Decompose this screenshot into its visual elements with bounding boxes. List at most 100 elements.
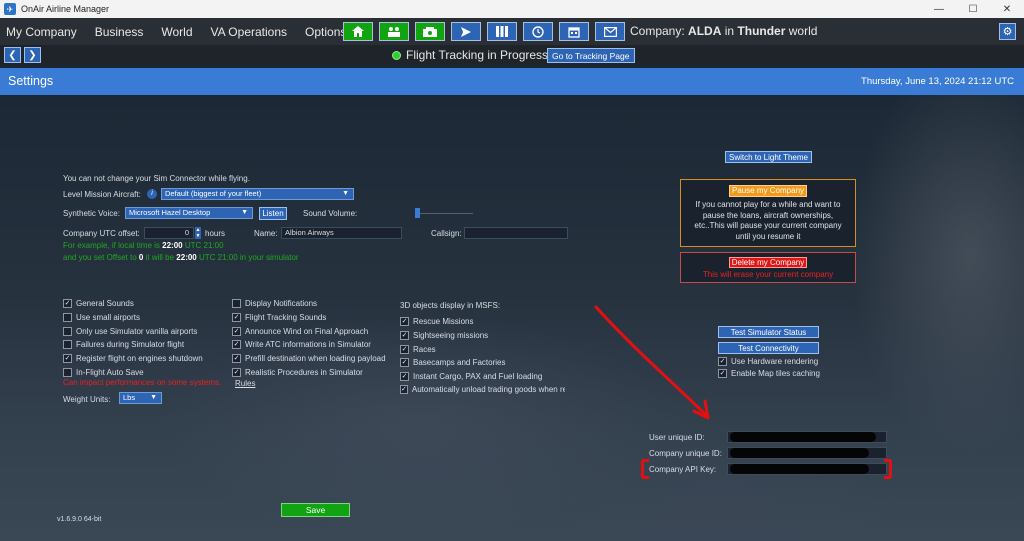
map-button[interactable]: [487, 22, 517, 41]
checkbox-races[interactable]: ✓ Races: [400, 345, 436, 354]
calendar-button[interactable]: [559, 22, 589, 41]
utc-offset-stepper[interactable]: ▲ ▼: [195, 227, 201, 239]
user-id-label: User unique ID:: [649, 433, 705, 442]
menu-my-company[interactable]: My Company: [6, 25, 77, 39]
chevron-down-icon: ▼: [342, 190, 349, 197]
checkbox-register-flight[interactable]: ✓ Register flight on engines shutdown: [63, 354, 203, 363]
redaction-bar: [730, 464, 869, 474]
checkbox-vanilla-airports[interactable]: Only use Simulator vanilla airports: [63, 327, 197, 336]
company-name-input[interactable]: Albion Airways: [281, 227, 402, 239]
utc-offset-input[interactable]: 0: [144, 227, 194, 239]
test-simulator-button[interactable]: Test Simulator Status: [718, 326, 819, 338]
company-prefix: Company:: [630, 24, 685, 38]
checkbox-icon: [63, 313, 72, 322]
level-mission-select[interactable]: Default (biggest of your fleet) ▼: [161, 188, 354, 200]
chevron-down-icon: ▼: [241, 209, 248, 216]
chevron-left-icon: ❮: [8, 49, 17, 61]
checkbox-icon: [63, 340, 72, 349]
test-connectivity-button[interactable]: Test Connectivity: [718, 342, 819, 354]
voice-select[interactable]: Microsoft Hazel Desktop ▼: [125, 207, 253, 219]
checkbox-prefill-destination[interactable]: ✓ Prefill destination when loading payloa…: [232, 354, 386, 363]
checkbox-tracking-sounds[interactable]: ✓ Flight Tracking Sounds: [232, 313, 326, 322]
example-offset: 0: [138, 253, 144, 262]
navigation-row: ❮ ❯ Flight Tracking in Progress Go to Tr…: [0, 45, 1024, 65]
mail-button[interactable]: [595, 22, 625, 41]
checkbox-label: Flight Tracking Sounds: [245, 313, 327, 322]
settings-gear-button[interactable]: ⚙: [999, 23, 1016, 40]
info-icon[interactable]: i: [147, 189, 157, 199]
minimize-button[interactable]: —: [922, 0, 956, 18]
checkbox-icon: ✓: [232, 313, 241, 322]
chevron-right-icon: ❯: [28, 49, 37, 61]
clock-icon: [532, 25, 544, 38]
checkbox-icon: ✓: [400, 358, 409, 367]
example-utc: UTC 21:00: [184, 241, 224, 250]
forward-button[interactable]: ❯: [24, 47, 41, 63]
back-button[interactable]: ❮: [4, 47, 21, 63]
checkbox-display-notifications[interactable]: Display Notifications: [232, 299, 317, 308]
callsign-label: Callsign:: [431, 229, 462, 238]
checkbox-icon: ✓: [400, 372, 409, 381]
weight-units-label: Weight Units:: [63, 395, 111, 404]
voice-label: Synthetic Voice:: [63, 209, 120, 218]
window-titlebar: ✈ OnAir Airline Manager — ☐ ✕: [0, 0, 1024, 18]
checkbox-rescue-missions[interactable]: ✓ Rescue Missions: [400, 317, 473, 326]
switch-theme-button[interactable]: Switch to Light Theme: [725, 151, 812, 163]
checkbox-small-airports[interactable]: Use small airports: [63, 313, 140, 322]
checkbox-map-tiles-caching[interactable]: ✓ Enable Map tiles caching: [718, 369, 820, 378]
close-button[interactable]: ✕: [990, 0, 1024, 18]
menu-world[interactable]: World: [161, 25, 192, 39]
finance-button[interactable]: [415, 22, 445, 41]
delete-company-button[interactable]: Delete my Company: [729, 257, 807, 268]
checkbox-label: Rescue Missions: [413, 317, 474, 326]
checkbox-sightseeing-missions[interactable]: ✓ Sightseeing missions: [400, 331, 488, 340]
checkbox-icon: ✓: [400, 331, 409, 340]
weight-units-select[interactable]: Lbs ▼: [119, 392, 162, 404]
checkbox-label: Register flight on engines shutdown: [76, 354, 203, 363]
crew-button[interactable]: [379, 22, 409, 41]
example-time: 22:00: [176, 253, 197, 262]
tracking-status: Flight Tracking in Progress: [392, 48, 548, 62]
rules-link[interactable]: Rules: [235, 379, 255, 388]
checkbox-icon: ✓: [232, 340, 241, 349]
checkbox-label: Failures during Simulator flight: [76, 340, 185, 349]
checkbox-announce-wind[interactable]: ✓ Announce Wind on Final Approach: [232, 327, 368, 336]
menu-options[interactable]: Options: [305, 25, 346, 39]
checkbox-icon: ✓: [718, 369, 727, 378]
menu-business[interactable]: Business: [95, 25, 144, 39]
save-button[interactable]: Save: [281, 503, 350, 517]
example-text: For example, if local time is: [63, 241, 160, 250]
listen-button[interactable]: Listen: [259, 207, 287, 220]
maximize-button[interactable]: ☐: [956, 0, 990, 18]
checkbox-failures[interactable]: Failures during Simulator flight: [63, 340, 184, 349]
checkbox-icon: ✓: [400, 385, 408, 394]
checkbox-label: Display Notifications: [245, 299, 318, 308]
checkbox-general-sounds[interactable]: ✓ General Sounds: [63, 299, 134, 308]
clock-button[interactable]: [523, 22, 553, 41]
home-button[interactable]: [343, 22, 373, 41]
flight-icon: [461, 26, 471, 37]
callsign-input[interactable]: [464, 227, 568, 239]
checkbox-unload-trading-goods[interactable]: ✓ Automatically unload trading goods when…: [400, 385, 565, 394]
checkbox-label: Write ATC informations in Simulator: [245, 340, 371, 349]
checkbox-realistic-procedures[interactable]: ✓ Realistic Procedures in Simulator: [232, 368, 363, 377]
checkbox-auto-save[interactable]: In-Flight Auto Save: [63, 368, 144, 377]
home-icon: [352, 26, 364, 37]
company-indicator: Company: ALDA in Thunder world: [630, 24, 817, 38]
flights-button[interactable]: [451, 22, 481, 41]
volume-slider-track[interactable]: [420, 213, 473, 214]
redaction-bar: [730, 432, 876, 442]
company-in: in: [724, 24, 735, 38]
go-to-tracking-button[interactable]: Go to Tracking Page: [547, 48, 635, 63]
checkbox-hardware-rendering[interactable]: ✓ Use Hardware rendering: [718, 357, 818, 366]
checkbox-write-atc[interactable]: ✓ Write ATC informations in Simulator: [232, 340, 371, 349]
weight-units-value: Lbs: [123, 393, 136, 402]
checkbox-instant-loading[interactable]: ✓ Instant Cargo, PAX and Fuel loading: [400, 372, 542, 381]
utc-example-line-1: For example, if local time is 22:00 UTC …: [63, 241, 224, 250]
checkbox-basecamps[interactable]: ✓ Basecamps and Factories: [400, 358, 506, 367]
menu-va-operations[interactable]: VA Operations: [211, 25, 288, 39]
pause-company-button[interactable]: Pause my Company: [729, 185, 807, 197]
settings-content: You can not change your Sim Connector wh…: [0, 95, 1024, 541]
hours-label: hours: [205, 229, 226, 238]
pause-company-panel: Pause my Company If you cannot play for …: [680, 179, 856, 247]
